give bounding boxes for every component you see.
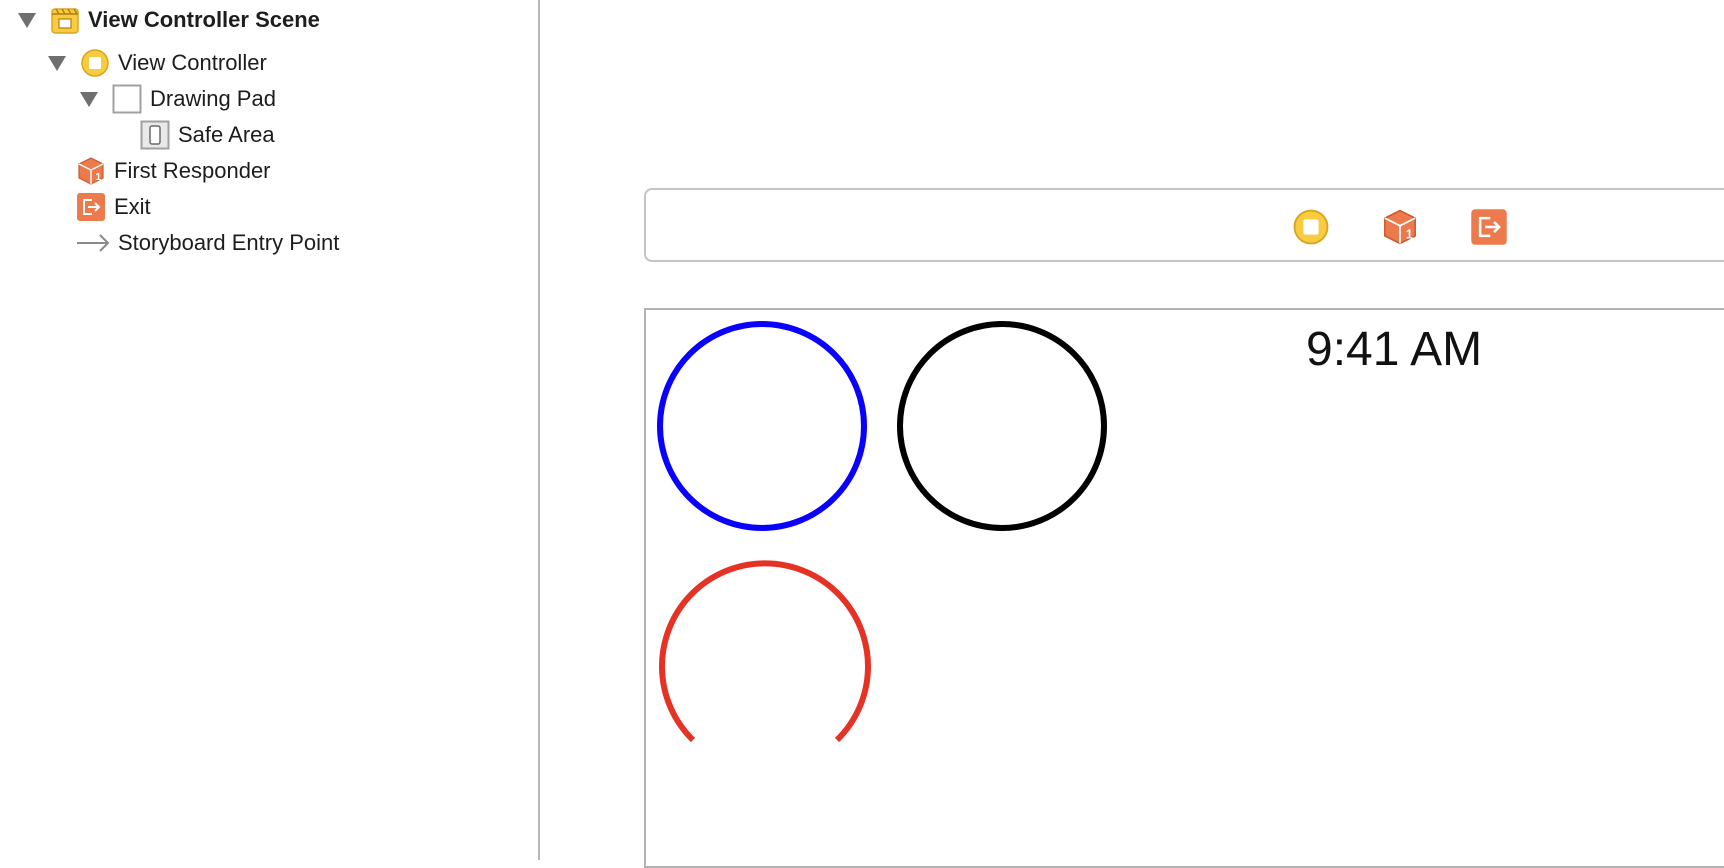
red-arc	[659, 560, 871, 743]
black-circle	[897, 321, 1107, 531]
blue-circle	[657, 321, 867, 531]
drawing-layer	[657, 321, 1107, 743]
